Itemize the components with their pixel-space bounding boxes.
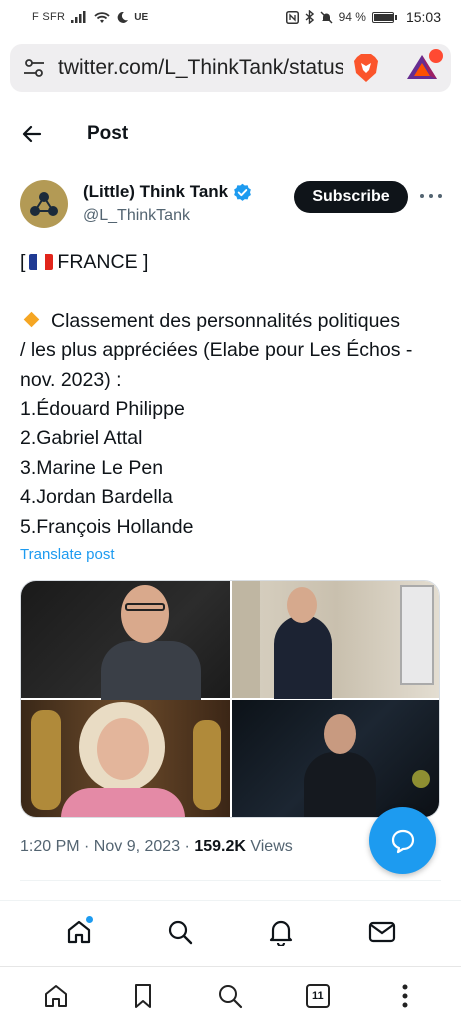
bookmark-button[interactable] xyxy=(123,976,163,1016)
more-options-icon[interactable] xyxy=(420,186,442,206)
wifi-icon xyxy=(94,11,110,23)
author-display-name[interactable]: (Little) Think Tank xyxy=(83,182,252,202)
photo-jordan-bardella[interactable] xyxy=(232,700,439,817)
text-line-intro-2: / les plus appréciées (Elabe pour Les Éc… xyxy=(20,339,413,362)
kebab-menu-icon xyxy=(402,984,408,1007)
network-label: UE xyxy=(134,11,149,23)
tweet-author: (Little) Think Tank @L_ThinkTank Subscri… xyxy=(20,180,442,234)
ranking-item-4: 4.Jordan Bardella xyxy=(20,486,173,509)
search-outline-icon xyxy=(219,984,243,1008)
think-tank-logo-icon xyxy=(30,192,58,216)
nav-messages[interactable] xyxy=(362,912,402,952)
carrier-label: F SFR xyxy=(32,11,66,23)
tab-count: 11 xyxy=(305,983,330,1008)
page-title: Post xyxy=(87,123,129,144)
chat-bubble-icon xyxy=(391,829,414,853)
avatar[interactable] xyxy=(20,180,68,228)
translate-post-link[interactable]: Translate post xyxy=(20,546,115,563)
orange-diamond-icon xyxy=(23,311,40,328)
rewards-notification-dot xyxy=(429,49,443,63)
photo-edouard-philippe[interactable] xyxy=(21,581,230,701)
bluetooth-icon xyxy=(305,10,314,24)
brave-rewards-icon[interactable] xyxy=(405,49,443,83)
divider xyxy=(20,880,441,881)
status-left: F SFR UE xyxy=(32,11,148,24)
battery-icon xyxy=(371,11,397,23)
ranking-item-1: 1.Édouard Philippe xyxy=(20,397,185,420)
browser-home-button[interactable] xyxy=(36,976,76,1016)
text-line-country: [FRANCE ] xyxy=(20,251,149,273)
status-bar: F SFR UE 94 % 15:03 xyxy=(0,0,461,34)
home-notification-dot xyxy=(85,915,93,923)
text-line-intro: Classement des personnalités politiques xyxy=(20,307,450,336)
subscribe-button[interactable]: Subscribe xyxy=(294,181,408,213)
clock: 15:03 xyxy=(405,9,441,25)
author-name-text[interactable]: (Little) Think Tank xyxy=(83,182,228,202)
media-grid xyxy=(20,580,440,818)
site-settings-icon[interactable] xyxy=(20,58,48,78)
moon-icon xyxy=(117,11,129,23)
browser-search-button[interactable] xyxy=(210,976,250,1016)
address-bar[interactable]: twitter.com/L_ThinkTank/status xyxy=(10,44,451,92)
signal-icon xyxy=(71,11,86,23)
author-handle[interactable]: @L_ThinkTank xyxy=(83,207,252,225)
back-arrow-icon[interactable] xyxy=(20,122,44,146)
ranking-item-5: 5.François Hollande xyxy=(20,515,194,538)
compose-message-button[interactable] xyxy=(369,807,436,874)
ranking-item-3: 3.Marine Le Pen xyxy=(20,456,164,479)
author-names: (Little) Think Tank @L_ThinkTank xyxy=(83,182,252,225)
url-text[interactable]: twitter.com/L_ThinkTank/status xyxy=(58,56,343,80)
tweet-meta: 1:20 PM · Nov 9, 2023 · 159.2K Views xyxy=(20,838,293,856)
browser-bottom-bar: 11 xyxy=(0,966,461,1024)
browser-menu-button[interactable] xyxy=(385,976,425,1016)
nfc-icon xyxy=(285,10,299,24)
mute-icon xyxy=(320,11,333,23)
bell-icon xyxy=(270,920,293,946)
search-icon xyxy=(168,920,193,944)
views-count: 159.2K xyxy=(194,838,246,855)
text-line-blank xyxy=(20,277,450,306)
text-line-intro-3: nov. 2023) : xyxy=(20,368,122,391)
post-header: Post xyxy=(0,106,461,162)
home-outline-icon xyxy=(44,984,67,1007)
ranking-item-2: 2.Gabriel Attal xyxy=(20,427,143,450)
views-label: Views xyxy=(250,838,293,855)
verified-badge-icon xyxy=(234,183,251,201)
nav-notifications[interactable] xyxy=(261,912,301,952)
nav-home[interactable] xyxy=(59,912,99,952)
twitter-bottom-nav xyxy=(0,900,461,962)
photo-marine-le-pen[interactable] xyxy=(21,700,230,817)
tabs-button[interactable]: 11 xyxy=(298,976,338,1016)
mail-icon xyxy=(369,921,396,942)
bookmark-icon xyxy=(135,983,152,1008)
tweet-timestamp[interactable]: 1:20 PM · Nov 9, 2023 · xyxy=(20,838,190,855)
status-right: 94 % 15:03 xyxy=(285,9,441,25)
photo-gabriel-attal[interactable] xyxy=(232,581,439,699)
nav-search[interactable] xyxy=(160,912,200,952)
france-flag-icon xyxy=(29,254,54,270)
battery-percent: 94 % xyxy=(338,10,366,24)
tweet-text: [FRANCE ] Classement des personnalités p… xyxy=(20,248,450,542)
brave-shields-icon[interactable] xyxy=(351,53,381,83)
battery-level-fill xyxy=(373,13,393,21)
